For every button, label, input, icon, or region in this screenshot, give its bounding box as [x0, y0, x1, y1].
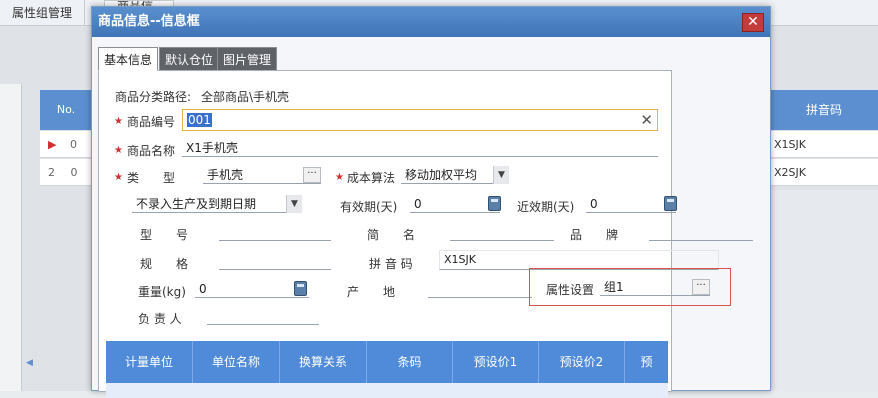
required-star-icon: ★ [114, 172, 123, 183]
grid-header-unit-name: 单位名称 [193, 341, 280, 383]
near-expiry-label: 近效期(天) [517, 200, 575, 214]
model-label: 型 号 [140, 228, 189, 242]
row-number: 2 [48, 166, 55, 179]
table-cell-pinyin[interactable]: X2SJK [770, 159, 878, 186]
owner-label: 负 责 人 [138, 312, 182, 326]
table-cell-pinyin[interactable]: X1SJK [770, 131, 878, 158]
row-selected-marker-icon: ▶ [48, 138, 57, 151]
grid-header-pinyin: 拼音码 [770, 90, 878, 130]
row-cell: 0 [69, 138, 77, 151]
grid-header-price3: 预 [640, 355, 653, 369]
close-icon[interactable]: ✕ [742, 13, 764, 32]
cost-method-label: 成本算法 [347, 171, 396, 185]
origin-input[interactable] [428, 280, 532, 298]
pinyin-label: 拼 音 码 [369, 257, 413, 271]
category-path-label: 商品分类路径: [115, 90, 192, 104]
model-input[interactable] [219, 223, 331, 241]
grid-header-price1: 预设价1 [453, 341, 539, 383]
attribute-label: 属性设置 [546, 283, 595, 297]
chevron-down-icon[interactable]: ▼ [286, 195, 302, 213]
background-grid-empty [770, 190, 878, 391]
near-expiry-input[interactable]: 0 [586, 195, 676, 213]
required-star-icon: ★ [114, 145, 123, 156]
tab-image-management[interactable]: 图片管理 [217, 47, 278, 71]
grid-header-unit: 计量单位 [106, 341, 193, 383]
expiry-mode-select[interactable]: 不录入生产及到期日期 [132, 195, 302, 213]
shelf-life-label: 有效期(天) [340, 200, 398, 214]
chevron-down-icon[interactable]: ▼ [493, 166, 509, 184]
brand-label: 品 牌 [570, 228, 619, 242]
grid-header-conversion: 换算关系 [280, 341, 367, 383]
calculator-icon[interactable] [488, 196, 501, 211]
spec-input[interactable] [219, 252, 331, 270]
product-code-input[interactable]: 001 ✕ [182, 109, 658, 131]
attribute-lookup-button[interactable]: ··· [692, 279, 710, 295]
background-left-panel [0, 84, 22, 391]
calculator-icon[interactable] [664, 196, 677, 211]
grid-header-barcode: 条码 [367, 341, 453, 383]
units-grid-header: 计量单位 单位名称 换算关系 条码 预设价1 预设价2 预 [106, 341, 668, 383]
short-name-input[interactable] [450, 223, 554, 241]
category-path-value: 全部商品\手机壳 [201, 90, 290, 104]
product-name-input[interactable]: X1手机壳 [182, 139, 658, 157]
pinyin-input[interactable]: X1SJK [439, 250, 719, 270]
collapse-arrow-icon[interactable]: ◀ [26, 358, 33, 368]
table-row[interactable]: 2 0 [40, 159, 92, 186]
required-star-icon: ★ [335, 172, 344, 183]
clear-icon[interactable]: ✕ [640, 111, 653, 129]
grid-header-no: No. [40, 90, 92, 130]
row-cell: 0 [70, 166, 78, 179]
origin-label: 产 地 [347, 285, 396, 299]
tab-basic-info[interactable]: 基本信息 [98, 47, 159, 71]
tab-attribute-group-management[interactable]: 属性组管理 [0, 0, 86, 26]
product-code-value: 001 [187, 113, 212, 127]
shelf-life-input[interactable]: 0 [410, 195, 500, 213]
grid-header-price2: 预设价2 [539, 341, 625, 383]
weight-input[interactable]: 0 [195, 280, 309, 298]
short-name-label: 简 名 [367, 228, 416, 242]
type-lookup-button[interactable]: ··· [303, 167, 321, 183]
table-row[interactable]: ▶ 0 [40, 131, 92, 158]
tab-default-location[interactable]: 默认仓位 [159, 47, 220, 71]
dialog-title[interactable]: 商品信息--信息框 [92, 7, 770, 37]
product-code-label: 商品编号 [127, 115, 176, 129]
spec-label: 规 格 [140, 257, 189, 271]
calculator-icon[interactable] [294, 281, 307, 296]
owner-input[interactable] [207, 307, 319, 325]
product-info-dialog: 商品信息--信息框 ✕ 基本信息 默认仓位 图片管理 商品分类路径: 全部商品\… [91, 6, 771, 398]
weight-label: 重量(kg) [138, 285, 186, 299]
required-star-icon: ★ [114, 116, 123, 127]
brand-input[interactable] [649, 223, 753, 241]
type-label: 类 型 [127, 171, 176, 185]
product-name-label: 商品名称 [127, 144, 176, 158]
